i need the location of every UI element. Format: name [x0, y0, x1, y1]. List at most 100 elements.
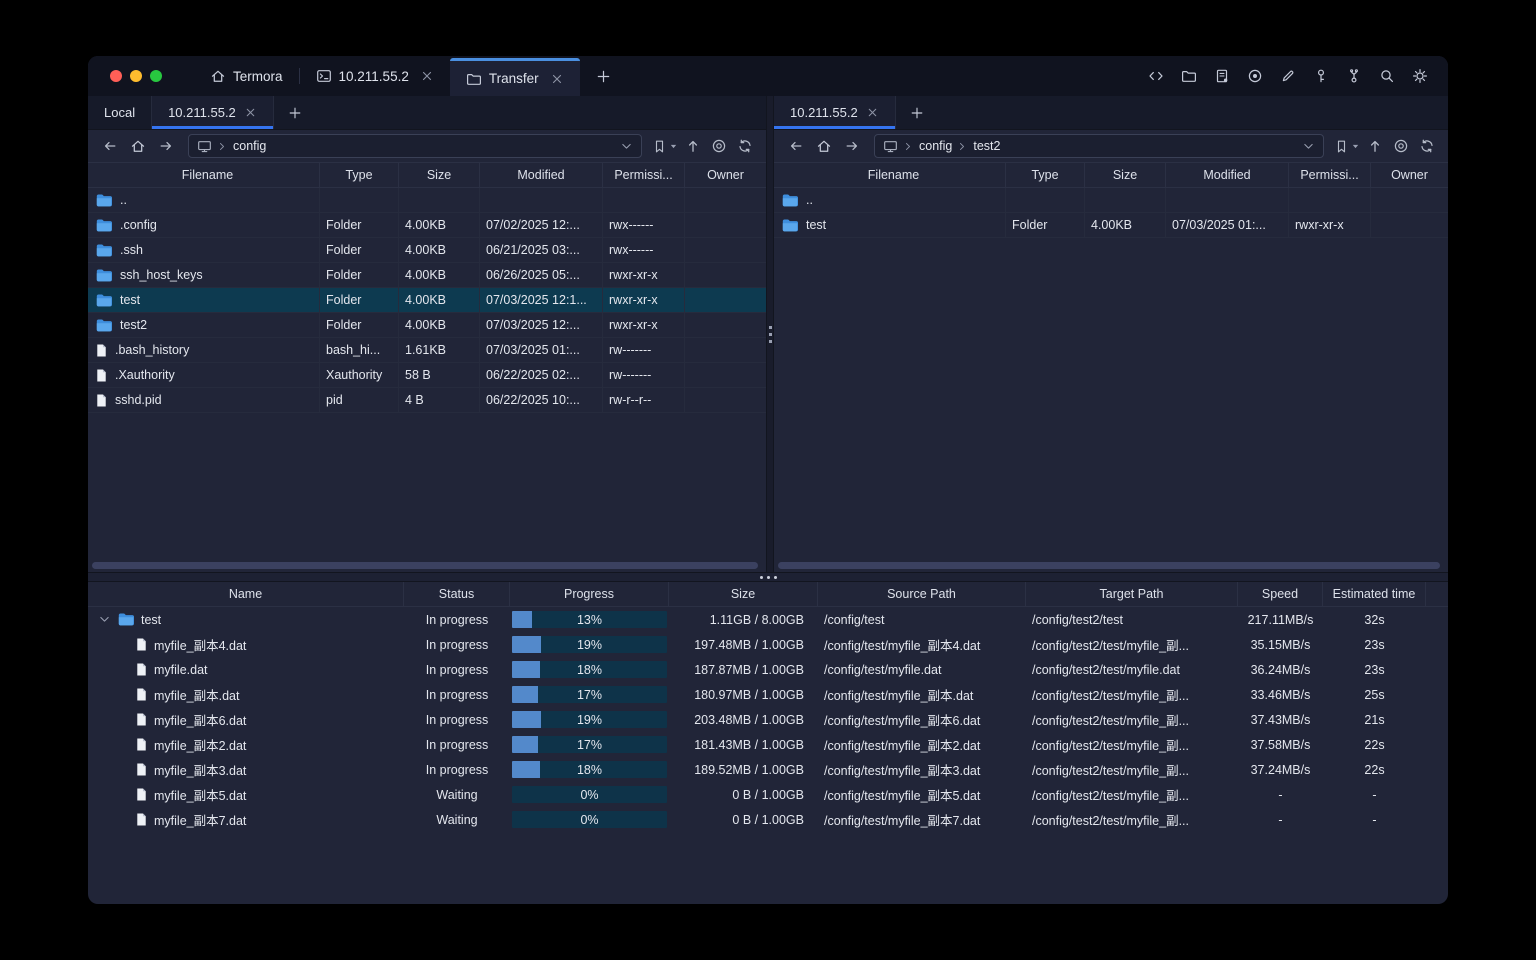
horizontal-scrollbar[interactable] [92, 562, 758, 569]
transfer-speed: 33.46MB/s [1250, 687, 1311, 702]
upload-button[interactable] [682, 134, 704, 158]
column-header-type[interactable]: Type [1006, 163, 1085, 187]
upload-button[interactable] [1364, 134, 1386, 158]
transfer-row[interactable]: myfile.dat In progress 18% 187.87MB / 1.… [88, 657, 1448, 682]
path-breadcrumb-field[interactable]: config test2 [874, 134, 1324, 158]
table-row[interactable]: .Xauthority Xauthority 58 B 06/22/2025 02:… [88, 363, 766, 388]
titlebar: Termora 10.211.55.2 Transfer [88, 56, 1448, 96]
column-header-owner[interactable]: Owner [1371, 163, 1448, 187]
table-row[interactable]: ssh_host_keys Folder 4.00KB 06/26/2025 05:… [88, 263, 766, 288]
table-row[interactable]: .config Folder 4.00KB 07/02/2025 12:... rwx… [88, 213, 766, 238]
tab-local[interactable]: Local [88, 96, 153, 129]
home-button[interactable] [126, 134, 150, 158]
table-row[interactable]: .. [88, 188, 766, 213]
bookmark-button[interactable] [652, 139, 678, 154]
horizontal-scrollbar[interactable] [778, 562, 1440, 569]
bookmark-button[interactable] [1334, 139, 1360, 154]
table-row[interactable]: .bash_history bash_hi... 1.61KB 07/03/2025… [88, 338, 766, 363]
close-tab-icon[interactable] [244, 106, 257, 119]
table-row-selected[interactable]: test Folder 4.00KB 07/03/2025 12:1... rwxr-… [88, 288, 766, 313]
column-header-source[interactable]: Source Path [818, 582, 1026, 606]
column-header-size[interactable]: Size [399, 163, 480, 187]
path-segment[interactable]: config [919, 139, 952, 153]
collapse-chevron-icon[interactable] [98, 613, 111, 626]
close-tab-icon[interactable] [420, 69, 434, 83]
code-snippets-button[interactable] [1148, 68, 1164, 84]
table-row[interactable]: .. [774, 188, 1448, 213]
transfer-name: myfile_副本3.dat [154, 764, 247, 778]
path-segment[interactable]: test2 [973, 139, 1000, 153]
column-header-modified[interactable]: Modified [480, 163, 603, 187]
transfer-row[interactable]: test In progress 13% 1.11GB / 8.00GB /co… [88, 607, 1448, 632]
tab-remote-session[interactable]: 10.211.55.2 [152, 96, 274, 129]
path-breadcrumb-field[interactable]: config [188, 134, 642, 158]
show-hidden-files-button[interactable] [1390, 134, 1412, 158]
transfer-row[interactable]: myfile_副本3.dat In progress 18% 189.52MB … [88, 757, 1448, 782]
back-button[interactable] [784, 134, 808, 158]
forward-button[interactable] [840, 134, 864, 158]
transfer-row[interactable]: myfile_副本7.dat Waiting 0% 0 B / 1.00GB /… [88, 807, 1448, 832]
refresh-button[interactable] [734, 134, 756, 158]
path-segment[interactable]: config [233, 139, 266, 153]
refresh-button[interactable] [1416, 134, 1438, 158]
column-header-size[interactable]: Size [669, 582, 818, 606]
tab-termora[interactable]: Termora [194, 56, 299, 96]
caret-down-icon[interactable] [1351, 142, 1360, 151]
pane-splitter[interactable] [766, 96, 774, 572]
transfer-eta: 23s [1364, 637, 1385, 652]
transfer-splitter[interactable] [88, 572, 1448, 582]
refresh-icon [1421, 139, 1433, 153]
column-header-permissions[interactable]: Permissi... [603, 163, 685, 187]
caret-down-icon[interactable] [669, 142, 678, 151]
add-tab-button[interactable] [580, 56, 627, 96]
keygen-button[interactable] [1313, 68, 1329, 84]
chevron-down-icon[interactable] [1302, 140, 1315, 153]
tab-remote-session[interactable]: 10.211.55.2 [774, 96, 896, 129]
column-header-speed[interactable]: Speed [1238, 582, 1323, 606]
settings-button[interactable] [1412, 68, 1428, 84]
column-header-status[interactable]: Status [404, 582, 510, 606]
close-tab-icon[interactable] [866, 106, 879, 119]
column-header-eta[interactable]: Estimated time [1323, 582, 1426, 606]
column-header-type[interactable]: Type [320, 163, 399, 187]
minimize-window-button[interactable] [130, 70, 142, 82]
transfer-row[interactable]: myfile_副本4.dat In progress 19% 197.48MB … [88, 632, 1448, 657]
keychain-button[interactable] [1346, 68, 1362, 84]
record-button[interactable] [1247, 68, 1263, 84]
close-tab-icon[interactable] [550, 72, 564, 86]
forward-button[interactable] [154, 134, 178, 158]
tab-transfer[interactable]: Transfer [449, 58, 580, 96]
transfer-row[interactable]: myfile_副本2.dat In progress 17% 181.43MB … [88, 732, 1448, 757]
chevron-down-icon[interactable] [620, 140, 633, 153]
zoom-window-button[interactable] [150, 70, 162, 82]
home-button[interactable] [812, 134, 836, 158]
add-pane-tab-button[interactable] [274, 96, 316, 129]
folder-icon [1181, 70, 1197, 82]
back-button[interactable] [98, 134, 122, 158]
tab-ssh-session[interactable]: 10.211.55.2 [300, 56, 450, 96]
column-header-owner[interactable]: Owner [685, 163, 766, 187]
transfer-row[interactable]: myfile_副本.dat In progress 17% 180.97MB /… [88, 682, 1448, 707]
file-manager-button[interactable] [1181, 68, 1197, 84]
transfer-row[interactable]: myfile_副本5.dat Waiting 0% 0 B / 1.00GB /… [88, 782, 1448, 807]
add-pane-tab-button[interactable] [896, 96, 938, 129]
close-window-button[interactable] [110, 70, 122, 82]
column-header-modified[interactable]: Modified [1166, 163, 1289, 187]
file-name: .bash_history [115, 343, 190, 357]
edit-button[interactable] [1280, 68, 1296, 84]
table-row[interactable]: .ssh Folder 4.00KB 06/21/2025 03:... rwx---… [88, 238, 766, 263]
transfer-row[interactable]: myfile_副本6.dat In progress 19% 203.48MB … [88, 707, 1448, 732]
column-header-progress[interactable]: Progress [510, 582, 669, 606]
table-row[interactable]: test Folder 4.00KB 07/03/2025 01:... rwxr-x… [774, 213, 1448, 238]
search-button[interactable] [1379, 68, 1395, 84]
column-header-target[interactable]: Target Path [1026, 582, 1238, 606]
column-header-filename[interactable]: Filename [774, 163, 1006, 187]
log-button[interactable] [1214, 68, 1230, 84]
table-row[interactable]: sshd.pid pid 4 B 06/22/2025 10:... rw-r--r-… [88, 388, 766, 413]
show-hidden-files-button[interactable] [708, 134, 730, 158]
column-header-filename[interactable]: Filename [88, 163, 320, 187]
column-header-size[interactable]: Size [1085, 163, 1166, 187]
table-row[interactable]: test2 Folder 4.00KB 07/03/2025 12:... rwxr-… [88, 313, 766, 338]
column-header-name[interactable]: Name [88, 582, 404, 606]
column-header-permissions[interactable]: Permissi... [1289, 163, 1371, 187]
